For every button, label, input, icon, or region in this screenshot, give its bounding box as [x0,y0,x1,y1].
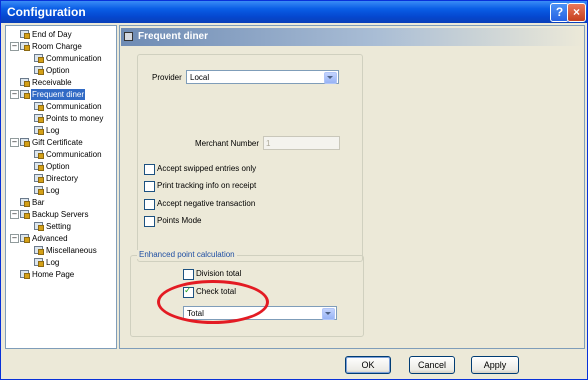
checkbox-label: Division total [196,269,242,278]
cancel-button[interactable]: Cancel [409,356,455,374]
expander-room-charge[interactable]: − [10,42,19,51]
tree-item-label: Option [46,66,70,75]
ok-button[interactable]: OK [345,356,391,374]
node-icon [34,174,44,183]
checkbox-box[interactable] [144,181,155,192]
node-icon [34,102,44,111]
provider-label: Provider [152,73,182,82]
tree-item-label: Frequent diner [31,89,86,100]
panel-title: Frequent diner [138,31,209,42]
tree-item-label: Log [46,186,60,195]
checkbox-box[interactable] [144,216,155,227]
tree-item-label: Gift Certificate [32,138,83,147]
node-icon [20,270,30,279]
node-icon [20,78,30,87]
expander-gift-certificate[interactable]: − [10,138,19,147]
checkbox-box[interactable] [144,199,155,210]
checkbox-label: Print tracking info on receipt [157,181,257,190]
tree-item-label: Advanced [32,234,68,243]
window-title: Configuration [7,5,86,19]
merchant-number-value: 1 [266,139,271,148]
tree-item-label: Miscellaneous [46,246,97,255]
expander-frequent-diner[interactable]: − [10,90,19,99]
tree-item-label: Bar [32,198,45,207]
expander-advanced[interactable]: − [10,234,19,243]
tree-item-label: Communication [46,54,102,63]
node-icon [20,198,30,207]
chevron-down-icon[interactable] [324,72,337,84]
tree-item-label: Log [46,126,60,135]
node-icon [20,42,30,51]
merchant-number-label: Merchant Number [195,139,260,148]
node-icon [34,54,44,63]
checkbox-label: Points Mode [157,216,202,225]
node-icon [34,186,44,195]
node-icon [20,90,30,99]
node-icon [34,162,44,171]
title-bar[interactable]: Configuration ? × [1,1,587,23]
tree-item-label: Option [46,162,70,171]
tree-item-label: Room Charge [32,42,82,51]
red-ellipse-annotation [157,280,269,324]
node-icon [20,30,30,39]
node-icon [20,210,30,219]
provider-select[interactable]: Local [186,70,339,84]
node-icon [20,234,30,243]
checkbox-box[interactable] [183,269,194,280]
tree-item-label: End of Day [32,30,72,39]
node-icon [34,126,44,135]
checkbox-label: Accept negative transaction [157,199,256,208]
merchant-number-field[interactable]: 1 [263,136,340,150]
node-icon [34,150,44,159]
tree-item-label: Setting [46,222,71,231]
node-icon [34,66,44,75]
apply-button[interactable]: Apply [471,356,519,374]
enhanced-point-legend: Enhanced point calculation [137,250,237,259]
tree-item-label: Backup Servers [32,210,89,219]
close-button[interactable]: × [567,3,586,22]
provider-value: Local [190,73,210,82]
node-icon [34,114,44,123]
checkbox-box[interactable] [144,164,155,175]
tree-item-label: Log [46,258,60,267]
tree-item-label: Receivable [32,78,72,87]
panel-header: Frequent diner [121,28,583,46]
node-icon [34,222,44,231]
tree-item-label: Points to money [46,114,104,123]
settings-page-icon [124,32,133,41]
node-icon [34,258,44,267]
node-icon [20,138,30,147]
expander-backup-servers[interactable]: − [10,210,19,219]
node-icon [34,246,44,255]
tree-item-label: Home Page [32,270,75,279]
tree-item-label: Directory [46,174,79,183]
tree-item-label: Communication [46,102,102,111]
tree-item-label: Communication [46,150,102,159]
frequent-diner-group [137,54,363,262]
settings-tree[interactable]: − − − − − End of Day Room Charge Communi… [5,25,117,349]
chevron-down-icon[interactable] [322,308,335,320]
checkbox-label: Accept swipped entries only [157,164,257,173]
configuration-window: Configuration ? × − − − − − End of Day R… [0,0,588,380]
